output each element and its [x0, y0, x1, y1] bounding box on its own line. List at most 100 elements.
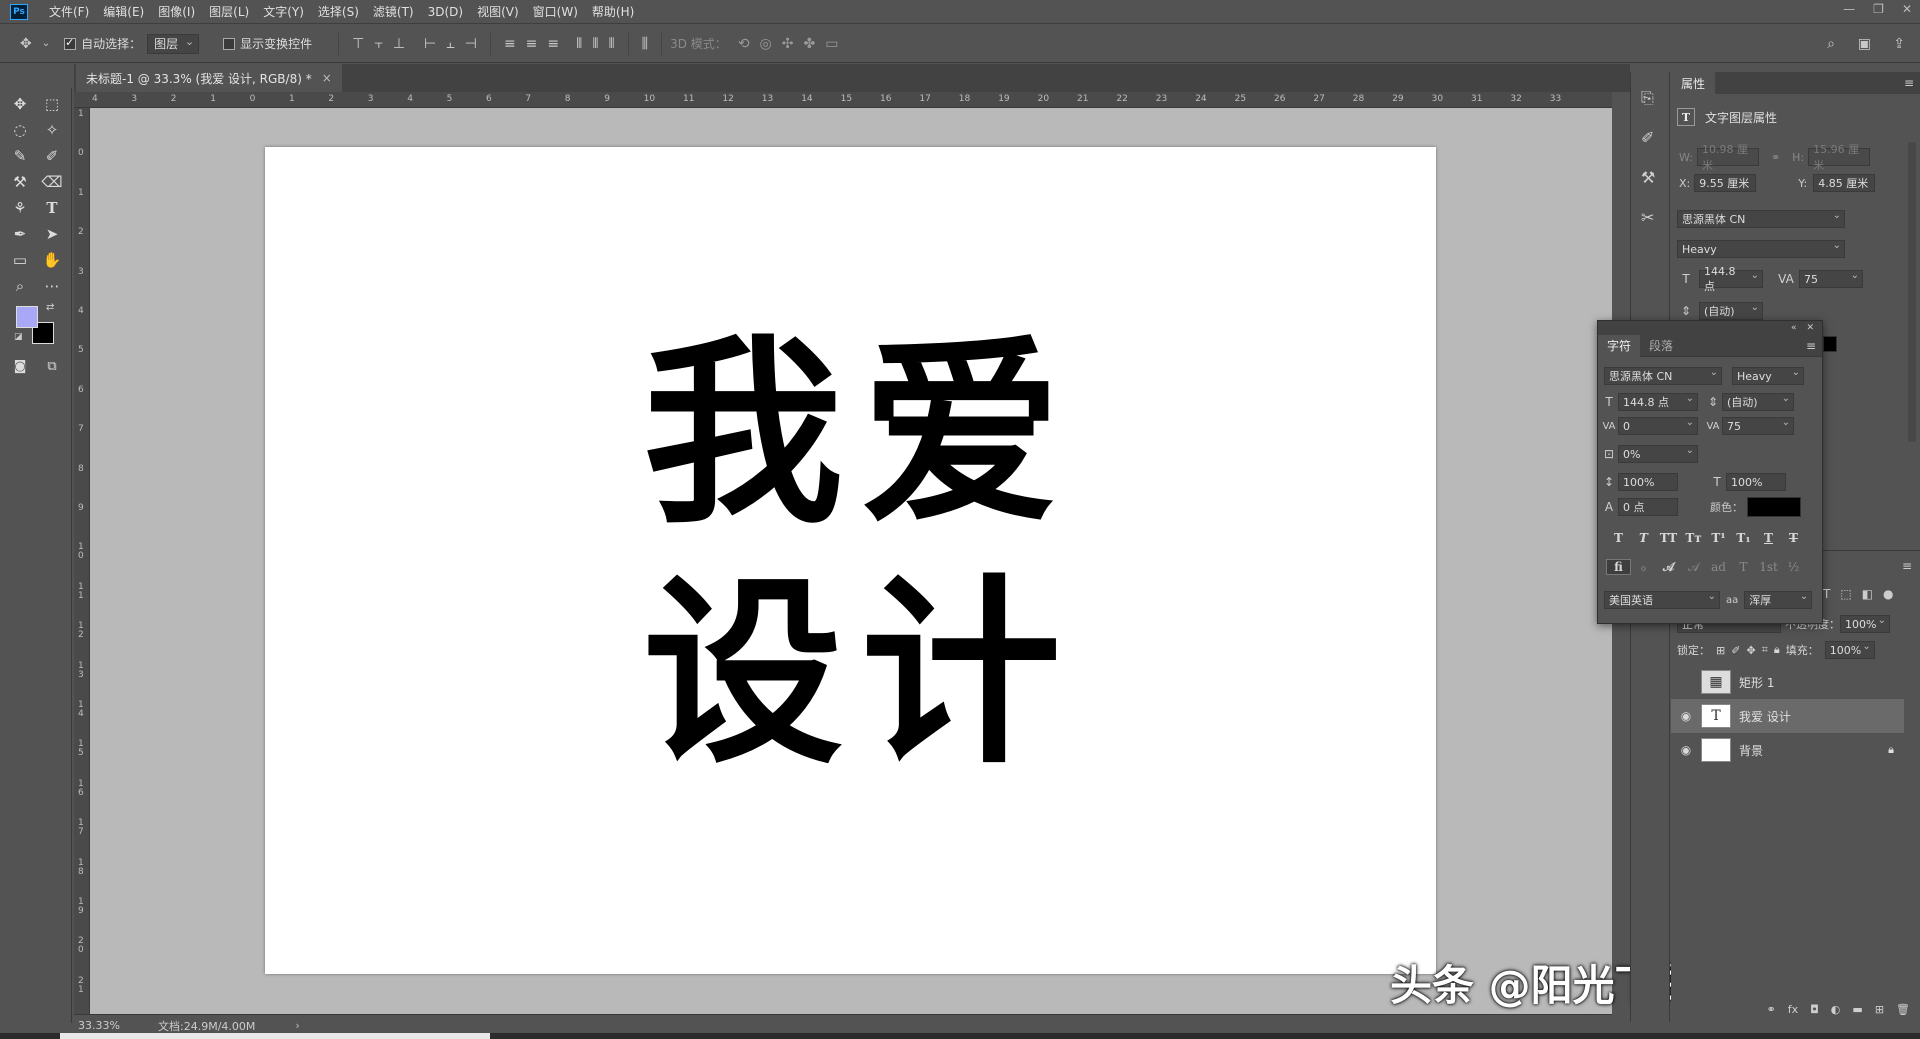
eye-icon[interactable]: ◉	[1671, 709, 1701, 723]
3d-scale-icon[interactable]: ▭	[825, 36, 838, 52]
restore-icon[interactable]: ❐	[1873, 2, 1884, 16]
faux-bold-button[interactable]: T	[1606, 531, 1631, 545]
language-dropdown[interactable]: 美国英语	[1604, 591, 1720, 609]
ordinal-button[interactable]: 1st	[1756, 560, 1781, 574]
search-icon[interactable]: ⌕	[1827, 36, 1835, 52]
props-tracking-dropdown[interactable]: 75	[1799, 270, 1863, 288]
tool-presets-icon[interactable]: ✂	[1641, 208, 1654, 227]
lock-all-icon[interactable]: 🔒︎	[1774, 643, 1780, 657]
brush-tool-icon[interactable]: ✐	[38, 144, 66, 168]
auto-align-icon[interactable]: ⫼	[642, 36, 648, 52]
menu-3d[interactable]: 3D(D)	[421, 5, 470, 19]
swash-button[interactable]: 𝒜	[1656, 560, 1681, 575]
eyedropper-icon[interactable]: ✎	[6, 144, 34, 168]
vertical-scale-field[interactable]: 100%	[1618, 473, 1678, 491]
magic-wand-icon[interactable]: ✧	[38, 118, 66, 142]
font-size-dropdown[interactable]: 144.8 点	[1618, 393, 1698, 411]
align-bottom-icon[interactable]: ⊥	[393, 36, 405, 52]
tab-character[interactable]: 字符	[1598, 334, 1641, 357]
marquee-tool-icon[interactable]: ⬚	[38, 92, 66, 116]
auto-select-checkbox[interactable]	[64, 36, 77, 50]
pen-tool-icon[interactable]: ✒	[6, 222, 34, 246]
opacity-field[interactable]: 100%	[1840, 615, 1890, 633]
fx-icon[interactable]: fx	[1788, 1003, 1798, 1021]
close-panel-icon[interactable]: ✕	[1806, 323, 1814, 333]
quick-mask-icon[interactable]: ◙	[6, 354, 34, 378]
more-tools-icon[interactable]: ⋯	[38, 274, 66, 298]
eye-icon[interactable]: ◉	[1671, 743, 1701, 757]
delete-layer-icon[interactable]: 🗑︎	[1896, 1003, 1910, 1021]
layer-row-background[interactable]: ◉ 背景 🔒︎	[1671, 733, 1904, 767]
chevron-down-icon[interactable]: ⌄	[42, 38, 50, 49]
lock-position-icon[interactable]: ✥	[1746, 644, 1755, 657]
small-caps-button[interactable]: Tт	[1681, 531, 1706, 545]
antialias-dropdown[interactable]: 浑厚	[1744, 591, 1813, 609]
close-icon[interactable]: ✕	[1902, 2, 1912, 16]
menu-edit[interactable]: 编辑(E)	[96, 3, 151, 20]
chevron-right-icon[interactable]: ›	[295, 1019, 299, 1032]
minimize-icon[interactable]: —	[1843, 2, 1855, 16]
close-tab-icon[interactable]: ×	[322, 71, 332, 85]
faux-italic-button[interactable]: T	[1631, 531, 1656, 545]
menu-layer[interactable]: 图层(L)	[202, 3, 256, 20]
menu-type[interactable]: 文字(Y)	[256, 3, 311, 20]
props-font-family-dropdown[interactable]: 思源黑体 CN	[1677, 210, 1845, 228]
tab-paragraph[interactable]: 段落	[1640, 335, 1682, 357]
screen-mode-icon[interactable]: ⧉	[38, 354, 66, 378]
align-left-icon[interactable]: ⊢	[424, 36, 436, 52]
auto-select-dropdown[interactable]: 图层	[147, 33, 200, 54]
all-caps-button[interactable]: TT	[1656, 531, 1681, 545]
default-colors-icon[interactable]: ◪	[14, 332, 23, 342]
collapse-icon[interactable]: «	[1791, 323, 1797, 333]
text-color-swatch[interactable]	[1747, 497, 1801, 517]
filter-smart-icon[interactable]: ◧	[1862, 587, 1873, 601]
brush-panel-icon[interactable]: ✐	[1641, 128, 1654, 147]
kerning-dropdown[interactable]: 0	[1618, 417, 1698, 435]
layer-row-rectangle[interactable]: ▦ 矩形 1	[1671, 665, 1904, 699]
text-line-1[interactable]: 我爱	[643, 335, 1079, 535]
horizontal-scale-field[interactable]: 100%	[1726, 473, 1786, 491]
link-layers-icon[interactable]: ⚭	[1766, 1003, 1775, 1021]
stamp-tool-icon[interactable]: ⚒	[6, 170, 34, 194]
swap-colors-icon[interactable]: ⇄	[46, 302, 54, 313]
distribute-vcenter-icon[interactable]: ≡	[526, 36, 538, 52]
hand-tool-icon[interactable]: ✋	[38, 248, 66, 272]
foreground-color-swatch[interactable]	[16, 306, 38, 328]
new-group-icon[interactable]: ▬	[1852, 1003, 1862, 1021]
adjustment-icon[interactable]: ◐	[1831, 1003, 1841, 1021]
zoom-tool-icon[interactable]: ⌕	[6, 274, 34, 298]
lasso-tool-icon[interactable]: ◌	[6, 118, 34, 142]
workspace-icon[interactable]: ▣	[1858, 36, 1871, 52]
props-color-swatch[interactable]	[1823, 336, 1837, 352]
layer-row-text[interactable]: ◉ T 我爱 设计	[1671, 699, 1904, 733]
menu-image[interactable]: 图像(I)	[151, 3, 202, 20]
menu-help[interactable]: 帮助(H)	[585, 3, 641, 20]
lock-pixels-icon[interactable]: ✐	[1731, 644, 1740, 657]
add-mask-icon[interactable]: ◘	[1810, 1003, 1819, 1021]
strikethrough-button[interactable]: T	[1781, 531, 1806, 545]
3d-pan-icon[interactable]: ✣	[782, 36, 794, 52]
type-tool-icon[interactable]: T	[38, 196, 66, 220]
menu-window[interactable]: 窗口(W)	[526, 3, 585, 20]
menu-filter[interactable]: 滤镜(T)	[366, 3, 421, 20]
filter-shape-icon[interactable]: ⬚	[1840, 587, 1851, 601]
clone-source-icon[interactable]: ⚒	[1641, 168, 1655, 187]
history-panel-icon[interactable]: ⎘	[1641, 88, 1654, 108]
superscript-button[interactable]: T¹	[1706, 531, 1731, 545]
zoom-level[interactable]: 33.33%	[78, 1019, 148, 1032]
props-size-dropdown[interactable]: 144.8 点	[1699, 265, 1763, 293]
distribute-hcenter-icon[interactable]: ⦀	[592, 36, 598, 52]
props-font-style-dropdown[interactable]: Heavy	[1677, 240, 1845, 258]
rectangle-tool-icon[interactable]: ▭	[6, 248, 34, 272]
document-canvas[interactable]: 我爱 设计	[265, 147, 1436, 974]
tab-properties[interactable]: 属性	[1671, 72, 1716, 94]
underline-button[interactable]: T	[1756, 531, 1781, 545]
tsume-dropdown[interactable]: 0%	[1618, 445, 1698, 463]
3d-roll-icon[interactable]: ◎	[760, 36, 772, 52]
menu-select[interactable]: 选择(S)	[311, 3, 366, 20]
baseline-field[interactable]: 0 点	[1618, 498, 1678, 516]
ligature-button[interactable]: ﬁ	[1606, 559, 1631, 575]
new-layer-icon[interactable]: ⊞	[1875, 1003, 1884, 1021]
menu-file[interactable]: 文件(F)	[42, 3, 96, 20]
subscript-button[interactable]: T₁	[1731, 531, 1756, 545]
